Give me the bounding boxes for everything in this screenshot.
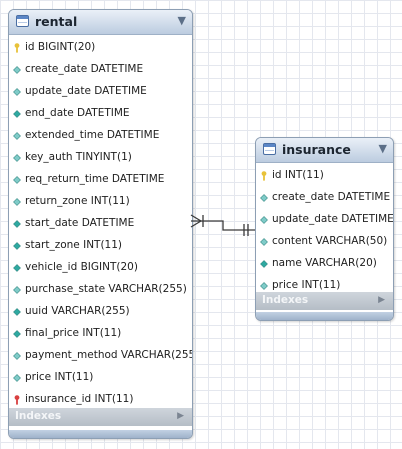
relationship-connector[interactable] <box>0 0 402 449</box>
relationship-line <box>191 220 255 231</box>
